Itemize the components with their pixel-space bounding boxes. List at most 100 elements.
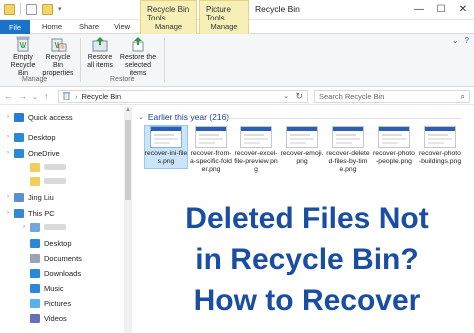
contextual-tab-recycle-bin-tools: Recycle Bin Tools (140, 0, 197, 23)
headline-line-1: Deleted Files Not (185, 202, 429, 235)
nav-item[interactable]: › OneDrive (4, 146, 60, 160)
empty-recycle-bin-button[interactable]: Empty Recycle Bin (6, 36, 40, 78)
ribbon-tabs: File Home Share View Manage Manage (0, 20, 474, 34)
ribbon-group-manage-label: Manage (22, 76, 48, 83)
file-item[interactable]: recover-ini-files.png (144, 125, 188, 169)
headline-overlay: Deleted Files Not in Recycle Bin? How to… (146, 198, 468, 321)
restore-selected-items-button[interactable]: Restore the selected items (116, 36, 160, 78)
group-header-label: Earlier this year (216) (147, 112, 230, 122)
nav-item[interactable]: Videos (20, 311, 67, 325)
file-item[interactable]: recover-photo-people.png (372, 126, 416, 166)
path-separator: › (75, 92, 78, 101)
navigation-pane: › Quick access › Desktop › OneDrive › Jing Liu ›… (0, 106, 124, 333)
close-button[interactable]: ✕ (452, 0, 474, 18)
file-name: recover-photo-people.png (373, 150, 415, 165)
address-field[interactable]: › Recycle Bin ⌄ ↻ (58, 90, 308, 103)
nav-item[interactable]: Pictures (20, 296, 71, 310)
file-name: recover-from-a-specific-folder.png (190, 150, 232, 173)
blurred-label (44, 164, 66, 170)
nav-item[interactable]: Desktop (20, 236, 72, 250)
expand-arrow-icon[interactable]: › (4, 114, 12, 120)
tab-home[interactable]: Home (37, 20, 67, 34)
desktop-icon (30, 238, 40, 248)
divider (20, 3, 21, 15)
properties-icon[interactable] (26, 3, 37, 15)
tab-manage-recycle-bin[interactable]: Manage (140, 20, 197, 34)
restore-all-items-button[interactable]: Restore all items (84, 36, 116, 70)
scroll-up-icon[interactable]: ▲ (125, 107, 131, 113)
folder-icon (30, 176, 40, 186)
file-item[interactable]: recover-photo-buildings.png (418, 126, 462, 166)
blurred-label (44, 178, 66, 184)
new-folder-icon[interactable] (42, 3, 53, 15)
tab-manage-picture[interactable]: Manage (199, 20, 249, 34)
contextual-tab-picture-tools: Picture Tools (199, 0, 249, 23)
ribbon-help: ⌄ ? (452, 36, 469, 45)
nav-item[interactable]: › This PC (4, 206, 55, 220)
music-icon (30, 283, 40, 293)
blurred-label (44, 224, 66, 230)
folder-icon (30, 162, 40, 172)
search-box[interactable]: Search Recycle Bin ⌕ (314, 90, 470, 103)
minimize-button[interactable]: — (408, 0, 430, 18)
file-item[interactable]: recover-emoji.png (280, 126, 324, 166)
nav-item[interactable]: › (20, 220, 66, 234)
expand-arrow-icon[interactable]: › (4, 210, 12, 216)
tab-file[interactable]: File (0, 20, 30, 34)
nav-scrollbar[interactable]: ▲ (124, 106, 132, 333)
scrollbar-thumb[interactable] (125, 120, 131, 200)
expand-arrow-icon[interactable]: › (4, 194, 12, 200)
videos-icon (30, 313, 40, 323)
expand-arrow-icon[interactable]: › (4, 150, 12, 156)
maximize-button[interactable]: ☐ (430, 0, 452, 18)
nav-item-label: Desktop (44, 238, 72, 248)
file-thumbnail-icon (286, 126, 318, 148)
tab-view[interactable]: View (110, 20, 134, 34)
up-arrow-icon[interactable]: ↑ (44, 91, 49, 101)
expand-arrow-icon[interactable]: › (20, 224, 28, 230)
nav-item[interactable]: Downloads (20, 266, 81, 280)
address-bar-row: ← → ⌄ ↑ › Recycle Bin ⌄ ↻ Search Recycle… (0, 88, 474, 105)
file-name: recover-deleted-files-by-time.png (326, 150, 370, 173)
window-controls: — ☐ ✕ (408, 0, 474, 18)
group-header[interactable]: ⌄ Earlier this year (216) (138, 112, 229, 122)
nav-item[interactable]: › Desktop (4, 130, 56, 144)
cloud-icon (14, 148, 24, 158)
nav-item-label: This PC (28, 208, 55, 218)
title-bar: ▾ Recycle Bin Tools Picture Tools Recycl… (0, 0, 474, 23)
collapse-ribbon-icon[interactable]: ⌄ (452, 36, 459, 45)
nav-item[interactable] (20, 160, 66, 174)
recycle-bin-properties-button[interactable]: Recycle Bin properties (40, 36, 76, 78)
recent-locations-icon[interactable]: ⌄ (32, 93, 38, 101)
back-arrow-icon[interactable]: ← (4, 91, 13, 101)
file-item[interactable]: recover-deleted-files-by-time.png (326, 126, 370, 174)
nav-item[interactable]: › Quick access (4, 110, 73, 124)
file-thumbnail-icon (195, 126, 227, 148)
file-name: recover-emoji.png (280, 150, 324, 165)
help-icon[interactable]: ? (465, 36, 469, 45)
nav-item-label: Videos (44, 313, 67, 323)
nav-item[interactable]: Documents (20, 251, 82, 265)
file-item[interactable]: recover-excel-file-preview.png (234, 126, 278, 174)
ribbon-group-restore-label: Restore (110, 76, 135, 83)
forward-arrow-icon[interactable]: → (18, 91, 27, 101)
nav-item[interactable]: Music (20, 281, 64, 295)
address-dropdown-icon[interactable]: ⌄ (283, 92, 289, 100)
headline-line-3: How to Recover (193, 284, 421, 317)
window-title: Recycle Bin (255, 4, 300, 14)
quick-access-toolbar: ▾ (4, 3, 62, 15)
chevron-down-icon[interactable]: ⌄ (138, 113, 144, 121)
tab-share[interactable]: Share (75, 20, 103, 34)
star-icon (14, 112, 24, 122)
expand-arrow-icon[interactable]: › (4, 134, 12, 140)
customize-qat-icon[interactable]: ▾ (58, 5, 62, 13)
headline-line-2: in Recycle Bin? (195, 243, 419, 276)
search-icon[interactable]: ⌕ (461, 92, 465, 102)
nav-item[interactable] (20, 174, 66, 188)
computer-icon (14, 208, 24, 218)
nav-item-label: Downloads (44, 268, 82, 278)
file-item[interactable]: recover-from-a-specific-folder.png (189, 126, 233, 174)
refresh-icon[interactable]: ↻ (295, 91, 303, 102)
nav-item[interactable]: › Jing Liu (4, 190, 54, 204)
address-path[interactable]: Recycle Bin (82, 92, 122, 101)
